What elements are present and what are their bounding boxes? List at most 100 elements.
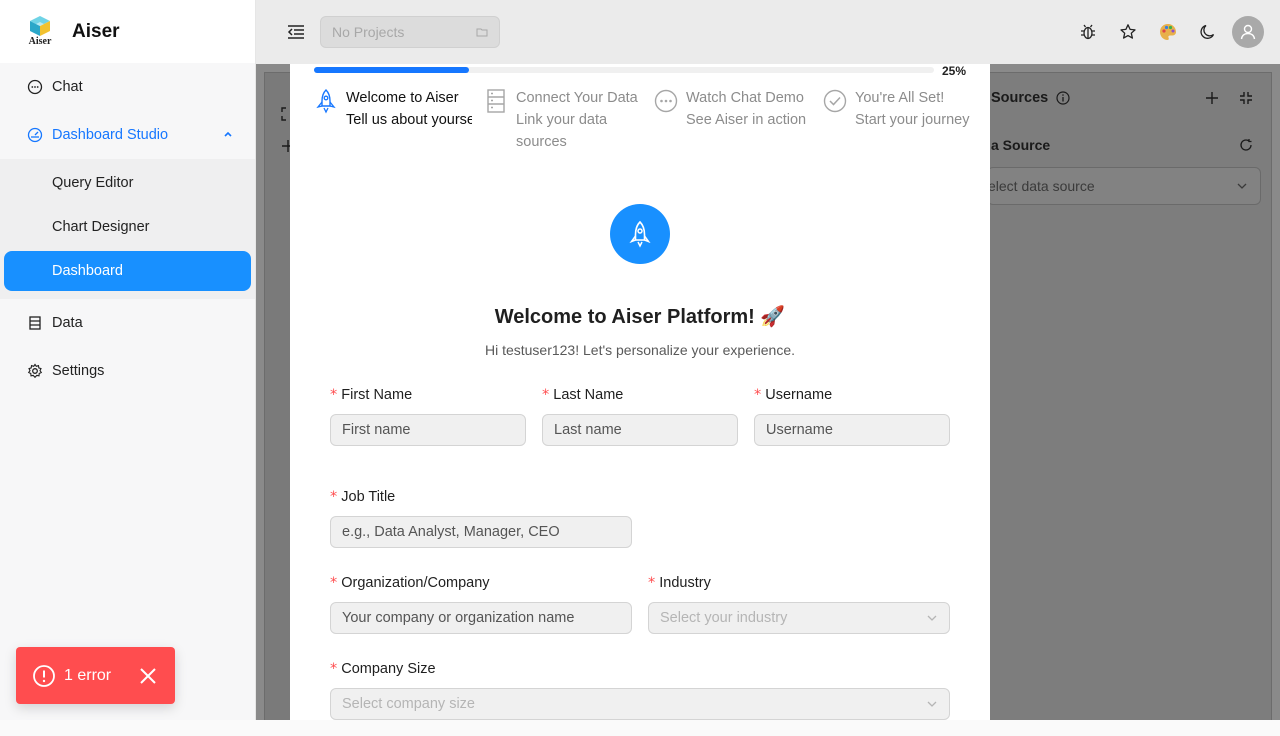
dark-mode-toggle[interactable] bbox=[1188, 12, 1228, 52]
aiser-logo: Aiser bbox=[26, 14, 54, 50]
step-desc: Start your journey bbox=[855, 112, 970, 128]
user-avatar[interactable] bbox=[1232, 16, 1264, 48]
close-icon[interactable] bbox=[139, 667, 157, 685]
brand[interactable]: Aiser Aiser bbox=[0, 0, 255, 63]
organization-field: * Organization/Company Your company or or… bbox=[330, 572, 632, 634]
data-source-select[interactable]: elect data source bbox=[987, 167, 1261, 205]
chat-bubble-icon bbox=[654, 89, 678, 113]
chevron-down-icon bbox=[927, 615, 937, 621]
rocket-icon bbox=[629, 220, 651, 248]
database-icon bbox=[487, 89, 505, 113]
favorites-button[interactable] bbox=[1108, 12, 1148, 52]
industry-select[interactable]: Select your industry bbox=[648, 602, 950, 634]
sidebar-item-label: Dashboard Studio bbox=[52, 127, 169, 143]
sidebar-item-data[interactable]: Data bbox=[0, 299, 255, 347]
step-watch-demo[interactable]: Watch Chat Demo See Aiser in action bbox=[654, 88, 824, 131]
debug-button[interactable] bbox=[1068, 12, 1108, 52]
error-toast[interactable]: 1 error bbox=[16, 647, 175, 704]
company-size-label: * Company Size bbox=[330, 661, 436, 677]
sidebar-item-label: Chat bbox=[52, 79, 83, 95]
step-title: Welcome to Aiser bbox=[346, 90, 459, 106]
industry-field: * Industry Select your industry bbox=[648, 572, 950, 634]
industry-select-placeholder: Select your industry bbox=[660, 610, 788, 626]
step-desc: See Aiser in action bbox=[686, 112, 807, 128]
username-input[interactable]: Username bbox=[754, 414, 950, 446]
sidebar-item-chat[interactable]: Chat bbox=[0, 63, 255, 111]
palette-icon bbox=[1160, 24, 1176, 40]
theme-palette-button[interactable] bbox=[1148, 12, 1188, 52]
database-icon bbox=[26, 314, 44, 332]
data-sources-panel: Sources a Source elect data source bbox=[952, 72, 1272, 732]
sidebar-item-label: Settings bbox=[52, 363, 105, 379]
organization-input[interactable]: Your company or organization name bbox=[330, 602, 632, 634]
first-name-field: * First Name First name bbox=[330, 384, 526, 446]
organization-label: * Organization/Company bbox=[330, 575, 490, 591]
first-name-label: * First Name bbox=[330, 387, 413, 403]
rocket-icon bbox=[316, 89, 336, 114]
step-title: You're All Set! bbox=[855, 90, 945, 106]
app-name: Aiser bbox=[72, 20, 120, 42]
label-text: Username bbox=[765, 387, 833, 403]
collapse-icon[interactable] bbox=[1239, 91, 1253, 105]
bottom-strip bbox=[0, 720, 1280, 736]
progress-fill bbox=[314, 67, 469, 73]
project-select[interactable]: No Projects bbox=[320, 16, 500, 48]
star-icon bbox=[1120, 24, 1136, 39]
sidebar-item-settings[interactable]: Settings bbox=[0, 347, 255, 395]
progress-percent: 25% bbox=[942, 64, 967, 78]
sidebar-item-chart-designer[interactable]: Chart Designer bbox=[4, 207, 251, 247]
label-text: First Name bbox=[341, 387, 413, 403]
welcome-subtitle: Hi testuser123! Let's personalize your e… bbox=[484, 342, 796, 358]
user-icon bbox=[1240, 24, 1256, 40]
first-name-input[interactable]: First name bbox=[330, 414, 526, 446]
sidebar-item-label: Dashboard bbox=[52, 263, 123, 279]
company-size-field: * Company Size Select company size bbox=[330, 658, 950, 720]
info-icon[interactable] bbox=[1056, 91, 1070, 105]
last-name-input[interactable]: Last name bbox=[542, 414, 738, 446]
main-menu: Chat Dashboard Studio Query Editor Chart… bbox=[0, 63, 255, 395]
header-actions bbox=[1068, 12, 1264, 52]
step-title: Watch Chat Demo bbox=[686, 90, 804, 106]
last-name-field: * Last Name Last name bbox=[542, 384, 738, 446]
chevron-down-icon bbox=[1237, 183, 1247, 189]
welcome-title: Welcome to Aiser Platform! 🚀 bbox=[494, 306, 786, 328]
step-desc: Link your data sources bbox=[516, 112, 608, 150]
sidebar-item-label: Chart Designer bbox=[52, 219, 150, 235]
data-source-label: a Source bbox=[953, 123, 1271, 167]
job-title-input[interactable]: e.g., Data Analyst, Manager, CEO bbox=[330, 516, 632, 548]
data-source-label-text: a Source bbox=[991, 137, 1051, 153]
step-desc: Tell us about yourself bbox=[346, 112, 472, 128]
cube-logo-icon bbox=[30, 15, 50, 36]
menu-fold-icon[interactable] bbox=[286, 22, 306, 42]
company-size-select-placeholder: Select company size bbox=[342, 696, 475, 712]
folder-icon bbox=[476, 28, 488, 37]
plus-icon[interactable] bbox=[1205, 91, 1219, 105]
data-source-select-placeholder: elect data source bbox=[988, 178, 1095, 194]
label-text: Industry bbox=[659, 575, 711, 591]
label-text: Company Size bbox=[341, 661, 436, 677]
sidebar-item-label: Data bbox=[52, 315, 83, 331]
sources-title: Sources bbox=[991, 90, 1049, 106]
error-toast-text: 1 error bbox=[64, 666, 112, 684]
logo-text: Aiser bbox=[28, 35, 52, 47]
job-title-field: * Job Title e.g., Data Analyst, Manager, … bbox=[330, 486, 632, 548]
chevron-up-icon[interactable] bbox=[223, 127, 233, 143]
refresh-icon[interactable] bbox=[1239, 138, 1253, 152]
moon-icon bbox=[1200, 24, 1215, 39]
onboarding-progress-bar bbox=[314, 67, 934, 73]
step-all-set[interactable]: You're All Set! Start your journey bbox=[823, 88, 990, 131]
bug-icon bbox=[1081, 24, 1095, 40]
top-header: No Projects bbox=[256, 0, 1280, 64]
step-connect-data[interactable]: Connect Your Data Link your data sources bbox=[484, 88, 654, 153]
sidebar-item-dashboard[interactable]: Dashboard bbox=[4, 251, 251, 291]
gear-icon bbox=[26, 362, 44, 380]
dashboard-gauge-icon bbox=[26, 126, 44, 144]
sidebar-item-query-editor[interactable]: Query Editor bbox=[4, 163, 251, 203]
company-size-select[interactable]: Select company size bbox=[330, 688, 950, 720]
dashboard-studio-submenu: Query Editor Chart Designer Dashboard bbox=[0, 159, 255, 299]
onboarding-steps: Welcome to Aiser Tell us about yourself … bbox=[314, 88, 974, 158]
sidebar-item-dashboard-studio[interactable]: Dashboard Studio bbox=[0, 111, 255, 159]
step-welcome[interactable]: Welcome to Aiser Tell us about yourself bbox=[314, 88, 484, 131]
last-name-label: * Last Name bbox=[542, 387, 624, 403]
hero-rocket-badge bbox=[610, 204, 670, 264]
